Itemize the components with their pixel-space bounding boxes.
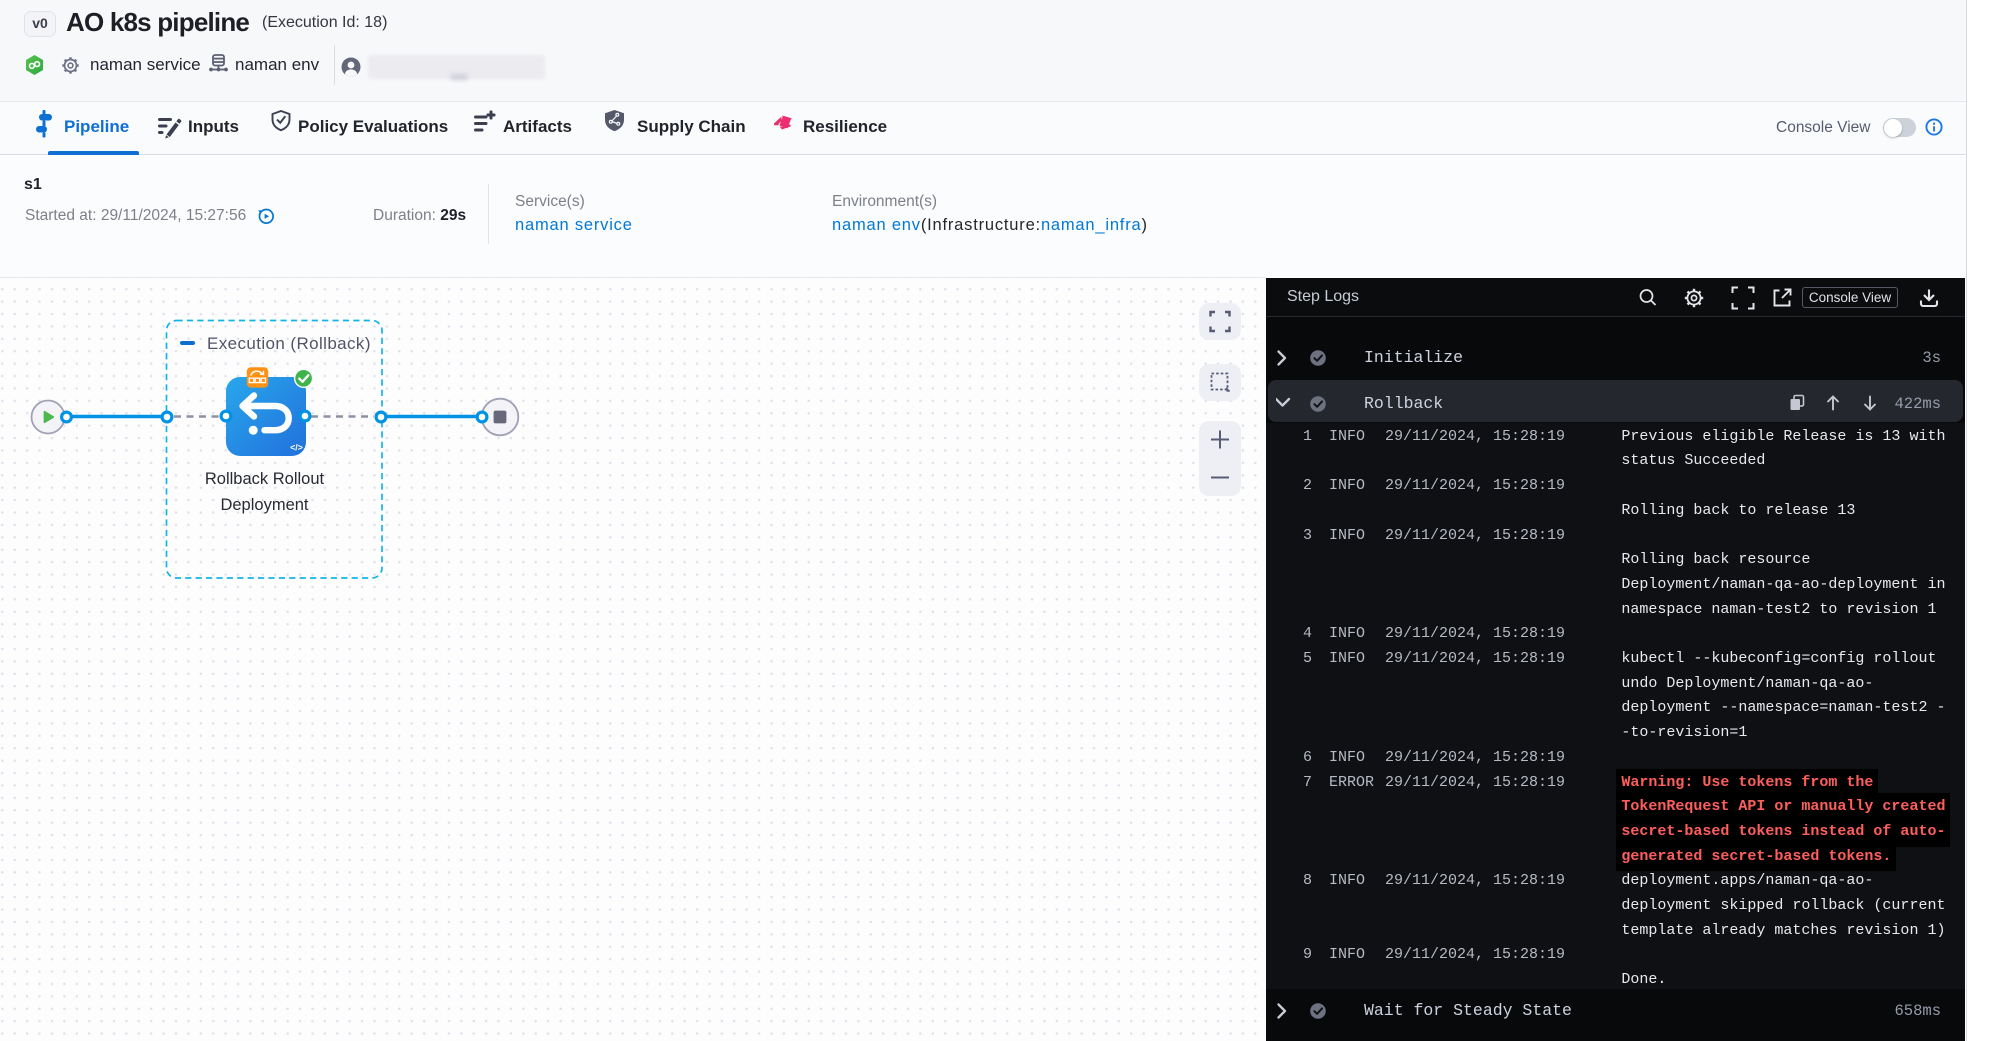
svg-text:</>: </> bbox=[290, 443, 303, 453]
